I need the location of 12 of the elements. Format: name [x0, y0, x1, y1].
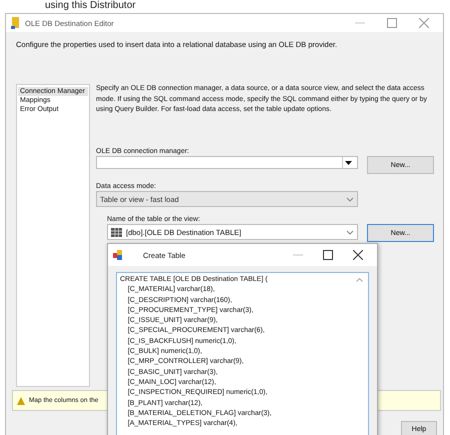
table-icon [111, 228, 122, 236]
warning-icon [17, 396, 25, 404]
dropdown-arrow-icon[interactable] [342, 157, 354, 168]
document-text: using this Distributor [45, 0, 136, 12]
maximize-icon[interactable] [323, 250, 333, 260]
chevron-icon [346, 196, 354, 202]
scroll-up-icon[interactable] [356, 278, 363, 282]
app-icon [113, 250, 123, 260]
close-icon[interactable] [353, 250, 363, 260]
chevron-icon [346, 230, 354, 234]
app-icon [11, 17, 21, 29]
sql-text-area[interactable] [116, 272, 369, 435]
